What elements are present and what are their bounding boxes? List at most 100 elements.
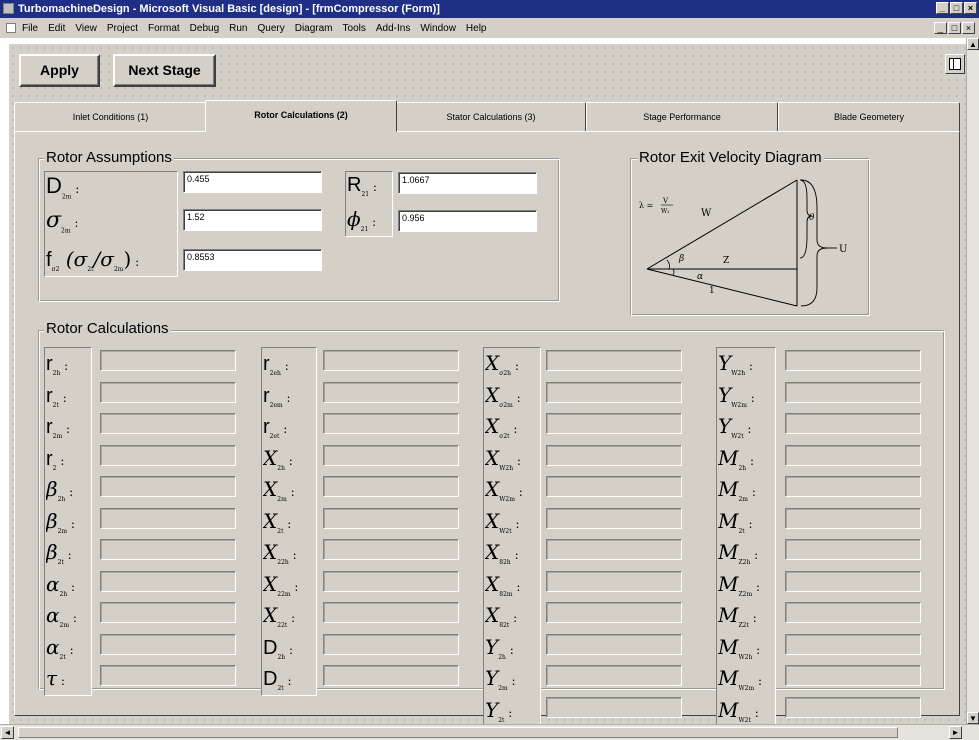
phi21-symbol: ϕ21 :: [347, 207, 377, 233]
menu-file[interactable]: File: [22, 23, 38, 34]
calc-output-field[interactable]: [100, 602, 236, 623]
calc-output-field[interactable]: [323, 350, 459, 371]
calc-symbol-label: Xσ2t :: [485, 414, 518, 440]
menu-run[interactable]: Run: [229, 23, 247, 34]
calc-output-field[interactable]: [546, 507, 682, 529]
calc-output-field[interactable]: [323, 507, 459, 529]
calc-output-field[interactable]: [100, 570, 236, 592]
close-button[interactable]: ×: [964, 2, 977, 14]
calc-symbol-label: X22t :: [263, 603, 296, 629]
menu-view[interactable]: View: [75, 23, 97, 34]
calc-output-field[interactable]: [785, 507, 921, 529]
menu-query[interactable]: Query: [257, 23, 284, 34]
calc-output-field[interactable]: [785, 696, 921, 718]
tab-stage-performance[interactable]: Stage Performance: [586, 102, 778, 132]
calc-output-field[interactable]: [323, 444, 459, 466]
mdi-restore-button[interactable]: □: [948, 22, 961, 34]
calc-output-field[interactable]: [323, 665, 459, 686]
form-layout-icon[interactable]: [945, 54, 965, 74]
calc-output-field[interactable]: [546, 602, 682, 623]
scroll-left-icon[interactable]: ◄: [1, 726, 14, 739]
calc-output-field[interactable]: [323, 381, 459, 403]
calc-symbol-label: α2h :: [46, 571, 76, 598]
form-doc-icon[interactable]: [6, 23, 16, 33]
calc-output-field[interactable]: [100, 381, 236, 403]
calc-output-field[interactable]: [323, 476, 459, 497]
calc-output-field[interactable]: [100, 476, 236, 497]
r21-input[interactable]: 1.0667: [398, 172, 537, 194]
calc-symbol-label: τ :: [46, 666, 65, 690]
mdi-minimize-button[interactable]: _: [934, 22, 947, 34]
minimize-button[interactable]: _: [936, 2, 949, 14]
menu-debug[interactable]: Debug: [190, 23, 219, 34]
calc-output-field[interactable]: [546, 696, 682, 718]
calc-output-field[interactable]: [323, 539, 459, 560]
calc-output-field[interactable]: [100, 507, 236, 529]
calc-output-field[interactable]: [785, 413, 921, 434]
calc-output-field[interactable]: [546, 539, 682, 560]
calc-symbol-label: X82m :: [485, 571, 521, 598]
calc-output-field[interactable]: [100, 539, 236, 560]
velocity-triangle-diagram: λ = V W₂ W β Z α 1 θ U: [639, 179, 847, 307]
calc-output-field[interactable]: [546, 381, 682, 403]
calc-output-field[interactable]: [785, 602, 921, 623]
sigma2m-input[interactable]: 1.52: [183, 209, 322, 231]
calc-symbol-label: r2t :: [46, 384, 67, 409]
tab-stator-calculations[interactable]: Stator Calculations (3): [396, 102, 586, 132]
apply-button[interactable]: Apply: [19, 54, 100, 87]
calc-output-field[interactable]: [785, 381, 921, 403]
mdi-close-button[interactable]: ×: [962, 22, 975, 34]
calc-output-field[interactable]: [100, 350, 236, 371]
menu-diagram[interactable]: Diagram: [295, 23, 333, 34]
calc-output-field[interactable]: [785, 444, 921, 466]
calc-output-field[interactable]: [785, 665, 921, 686]
calc-output-field[interactable]: [100, 665, 236, 686]
calc-output-field[interactable]: [785, 633, 921, 655]
menu-format[interactable]: Format: [148, 23, 180, 34]
calc-output-field[interactable]: [785, 570, 921, 592]
calc-output-field[interactable]: [323, 633, 459, 655]
menu-project[interactable]: Project: [107, 23, 138, 34]
scroll-down-icon[interactable]: ▼: [967, 712, 979, 724]
tab-inlet-conditions[interactable]: Inlet Conditions (1): [14, 102, 207, 132]
menu-window[interactable]: Window: [420, 23, 456, 34]
menu-help[interactable]: Help: [466, 23, 487, 34]
calc-output-field[interactable]: [546, 633, 682, 655]
calc-output-field[interactable]: [546, 444, 682, 466]
tab-blade-geometery[interactable]: Blade Geometery: [778, 102, 960, 132]
scroll-up-icon[interactable]: ▲: [967, 38, 979, 50]
calc-output-field[interactable]: [323, 413, 459, 434]
menu-tools[interactable]: Tools: [343, 23, 366, 34]
menu-add-ins[interactable]: Add-Ins: [376, 23, 410, 34]
calc-output-field[interactable]: [546, 350, 682, 371]
calc-symbol-label: X22m :: [263, 571, 299, 598]
calc-symbol-label: X82t :: [485, 603, 518, 629]
calc-symbol-label: XW2h :: [485, 445, 521, 472]
horizontal-scrollbar[interactable]: ◄ ►: [0, 724, 979, 740]
calc-output-field[interactable]: [546, 570, 682, 592]
calc-output-field[interactable]: [785, 476, 921, 497]
phi21-input[interactable]: 0.956: [398, 210, 537, 232]
menu-bar: File Edit View Project Format Debug Run …: [0, 18, 979, 38]
calc-output-field[interactable]: [100, 633, 236, 655]
menu-edit[interactable]: Edit: [48, 23, 65, 34]
calc-symbol-label: r2m :: [46, 416, 71, 440]
d2m-input[interactable]: 0.455: [183, 171, 322, 193]
tab-rotor-calculations[interactable]: Rotor Calculations (2): [205, 100, 397, 132]
vertical-scrollbar[interactable]: ▲ ▼: [966, 38, 979, 724]
maximize-button[interactable]: □: [950, 2, 963, 14]
calc-output-field[interactable]: [785, 350, 921, 371]
calc-output-field[interactable]: [323, 570, 459, 592]
next-stage-button[interactable]: Next Stage: [113, 54, 216, 87]
scroll-right-icon[interactable]: ►: [949, 726, 962, 739]
calc-output-field[interactable]: [785, 539, 921, 560]
f-sigma-ratio-input[interactable]: 0.8553: [183, 249, 322, 271]
calc-output-field[interactable]: [546, 413, 682, 434]
horizontal-scroll-thumb[interactable]: [18, 727, 898, 738]
calc-output-field[interactable]: [100, 444, 236, 466]
calc-output-field[interactable]: [323, 602, 459, 623]
calc-output-field[interactable]: [546, 476, 682, 497]
calc-output-field[interactable]: [100, 413, 236, 434]
calc-symbol-label: Xσ2m :: [485, 382, 521, 409]
calc-output-field[interactable]: [546, 665, 682, 686]
